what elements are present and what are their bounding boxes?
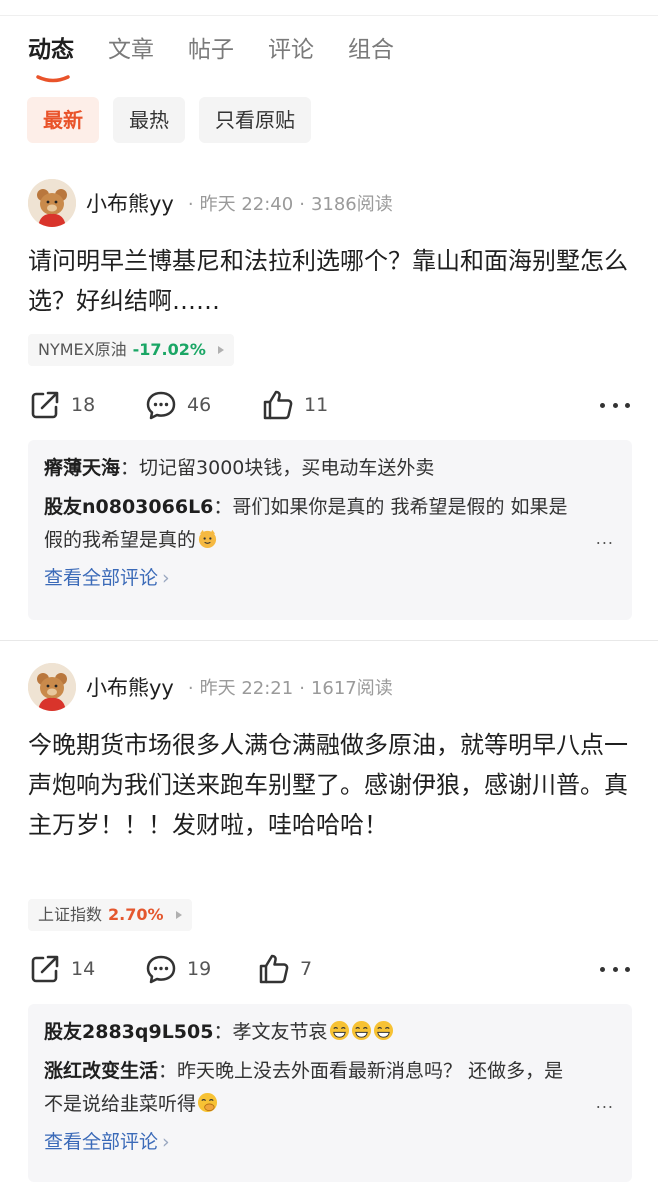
commenter-name[interactable]: 涨红改变生活: [44, 1060, 158, 1082]
commenter-name[interactable]: 股友2883q9L505: [44, 1021, 213, 1043]
tab-dynamic[interactable]: 动态: [28, 30, 74, 70]
top-edge: [0, 0, 658, 16]
comment-preview: 瘠薄天海：切记留3000块钱，买电动车送外卖 股友n0803066L6：哥们如果…: [28, 440, 632, 620]
view-all-comments-link[interactable]: 查看全部评论 ›: [44, 1125, 616, 1159]
filter-latest[interactable]: 最新: [27, 97, 99, 143]
comment-text: 切记留3000块钱，买电动车送外卖: [139, 457, 435, 479]
stock-change: 2.70%: [108, 905, 164, 924]
stock-name: NYMEX原油: [38, 340, 127, 359]
comment-icon: [146, 955, 176, 984]
filter-hottest[interactable]: 最热: [113, 97, 185, 143]
cat-face-emoji-icon: [198, 529, 217, 549]
comment-button[interactable]: 46: [144, 385, 211, 425]
comment-button[interactable]: 19: [144, 949, 211, 989]
comment-count: 46: [187, 394, 212, 416]
more-dots-icon[interactable]: [600, 393, 630, 417]
filter-original-only[interactable]: 只看原贴: [199, 97, 311, 143]
share-count: 18: [71, 394, 96, 416]
commenter-name[interactable]: 瘠薄天海: [44, 457, 120, 479]
like-button[interactable]: 7: [257, 949, 312, 989]
comment-item[interactable]: 涨红改变生活：昨天晚上没去外面看最新消息吗？ 还做多，是不是说给韭菜听得 ...: [44, 1055, 616, 1121]
comment-text: 孝文友节哀: [232, 1021, 328, 1043]
tab-comments[interactable]: 评论: [268, 30, 314, 70]
caret-right-icon: [175, 911, 182, 919]
view-all-label: 查看全部评论: [44, 1131, 159, 1153]
action-bar: 18 46 11: [28, 385, 630, 425]
stock-tag[interactable]: 上证指数 2.70%: [28, 899, 192, 931]
stock-name: 上证指数: [38, 905, 103, 924]
thumbs-up-icon: [259, 954, 289, 984]
more-text-indicator: ...: [595, 1093, 614, 1112]
stock-tag[interactable]: NYMEX原油 -17.02%: [28, 334, 234, 366]
share-button[interactable]: 18: [28, 385, 95, 425]
comment-item[interactable]: 瘠薄天海：切记留3000块钱，买电动车送外卖: [44, 452, 616, 485]
post-time: 昨天 22:40: [199, 194, 294, 215]
grinning-emoji-icon: [329, 1020, 349, 1041]
post-meta: · 昨天 22:21 · 1617阅读: [187, 678, 393, 699]
avatar[interactable]: [28, 663, 76, 711]
post-meta: · 昨天 22:40 · 3186阅读: [187, 194, 393, 215]
post-content[interactable]: 请问明早兰博基尼和法拉利选哪个？靠山和面海别墅怎么选？好纠结啊……: [28, 241, 628, 321]
share-icon: [31, 955, 59, 983]
comment-preview: 股友2883q9L505：孝文友节哀 涨红改变生活：昨天晚上没去外面看最新消息吗…: [28, 1004, 632, 1182]
tab-portfolio[interactable]: 组合: [348, 30, 394, 70]
post-content[interactable]: 今晚期货市场很多人满仓满融做多原油，就等明早八点一声炮响为我们送来跑车别墅了。感…: [28, 725, 628, 845]
chevron-right-icon: ›: [162, 567, 170, 589]
hand-over-mouth-emoji-icon: [197, 1092, 218, 1113]
commenter-name[interactable]: 股友n0803066L6: [44, 496, 213, 518]
author-name[interactable]: 小布熊yy: [86, 188, 174, 218]
thumbs-up-icon: [263, 390, 293, 420]
share-count: 14: [71, 958, 96, 980]
share-icon: [31, 391, 59, 419]
tab-posts[interactable]: 帖子: [188, 30, 234, 70]
tab-bar: 动态 文章 帖子 评论 组合: [28, 30, 428, 83]
author-name[interactable]: 小布熊yy: [86, 672, 174, 702]
avatar[interactable]: [28, 179, 76, 227]
comment-item[interactable]: 股友2883q9L505：孝文友节哀: [44, 1016, 616, 1049]
chevron-right-icon: ›: [162, 1131, 170, 1153]
more-dots-icon[interactable]: [600, 957, 630, 981]
post-header: 小布熊yy · 昨天 22:40 · 3186阅读: [28, 178, 393, 228]
post-divider: [0, 640, 658, 641]
action-bar: 14 19 7: [28, 949, 630, 989]
tab-articles[interactable]: 文章: [108, 30, 154, 70]
active-tab-indicator: [36, 75, 70, 83]
comment-count: 19: [187, 958, 212, 980]
stock-change: -17.02%: [132, 340, 206, 359]
bear-avatar-icon: [28, 663, 76, 711]
view-all-label: 查看全部评论: [44, 567, 159, 589]
like-button[interactable]: 11: [261, 385, 328, 425]
more-text-indicator: ...: [595, 529, 614, 548]
comment-item[interactable]: 股友n0803066L6：哥们如果你是真的 我希望是假的 如果是假的我希望是真的…: [44, 491, 616, 557]
post-header: 小布熊yy · 昨天 22:21 · 1617阅读: [28, 662, 393, 712]
read-count: 1617阅读: [310, 678, 393, 699]
share-button[interactable]: 14: [28, 949, 95, 989]
grinning-emoji-icon: [373, 1020, 393, 1041]
comment-icon: [146, 391, 176, 420]
view-all-comments-link[interactable]: 查看全部评论 ›: [44, 561, 616, 595]
bear-avatar-icon: [28, 179, 76, 227]
like-count: 7: [300, 958, 313, 980]
caret-right-icon: [217, 346, 224, 354]
post-time: 昨天 22:21: [199, 678, 294, 699]
grinning-emoji-icon: [351, 1020, 371, 1041]
filter-bar: 最新 最热 只看原贴: [27, 97, 325, 143]
read-count: 3186阅读: [310, 194, 393, 215]
like-count: 11: [304, 394, 329, 416]
